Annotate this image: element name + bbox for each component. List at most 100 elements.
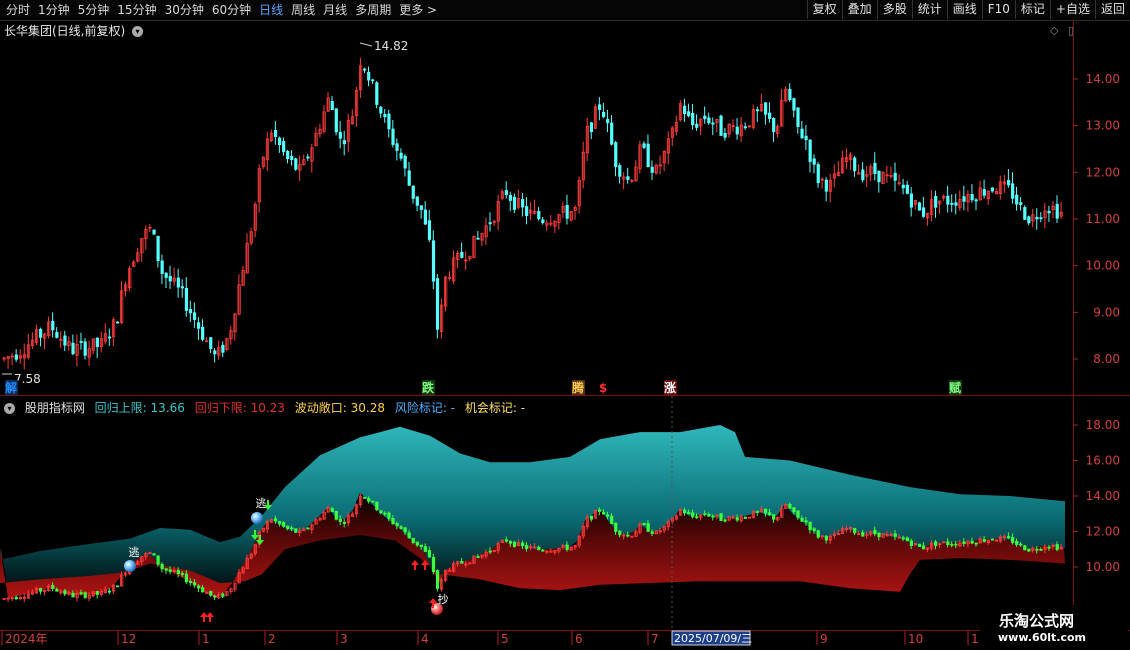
candle-body: [877, 170, 881, 183]
candle-body: [95, 337, 99, 347]
ind-candle-body: [387, 512, 391, 519]
high-price-label: 14.82: [374, 39, 408, 53]
ind-candle: [152, 553, 156, 556]
ind-candle-body: [156, 555, 160, 565]
candle: [265, 132, 270, 172]
time-label-1: 12: [121, 632, 136, 646]
candle: [124, 281, 128, 297]
ind-candle: [6, 597, 10, 603]
candle: [602, 103, 606, 119]
ind-candle-body: [873, 529, 877, 535]
ind-candle-body: [168, 569, 172, 572]
candle: [180, 279, 184, 298]
candle: [889, 166, 893, 179]
ind-candle-body: [626, 534, 630, 537]
candle: [75, 334, 79, 367]
upper-limit-label: 回归上限: 13.66: [94, 401, 185, 415]
main-tick-label-4: 10.00: [1086, 259, 1120, 273]
ind-candle-body: [768, 512, 772, 516]
ind-candle-body: [703, 513, 707, 516]
candle-body: [808, 139, 812, 162]
ind-candle-body: [735, 517, 739, 521]
time-label-4: 3: [340, 632, 348, 646]
candle: [261, 156, 266, 169]
ind-candle: [439, 577, 444, 592]
candle-body: [188, 308, 193, 314]
ind-candle: [784, 503, 788, 510]
candle: [788, 83, 792, 102]
candle: [840, 150, 845, 174]
ind-candle-body: [196, 585, 201, 589]
candle: [723, 127, 727, 141]
candle-body: [334, 108, 338, 133]
candle: [387, 109, 391, 138]
candle: [87, 340, 91, 366]
candle-body: [273, 129, 278, 137]
ind-candle-body: [816, 530, 820, 538]
candle-body: [962, 196, 966, 202]
ind-candle-body: [788, 503, 792, 509]
candle: [83, 338, 87, 360]
candle: [273, 121, 278, 145]
ind-candle-body: [334, 510, 338, 520]
ind-candle-body: [188, 580, 193, 584]
ind-candle-body: [804, 520, 808, 523]
candle-body: [306, 156, 310, 159]
candle: [1043, 202, 1047, 229]
ind-candle-body: [861, 532, 865, 537]
ind-candle-body: [306, 527, 310, 530]
candle: [962, 185, 966, 211]
candle: [249, 227, 253, 246]
main-tick-label-6: 8.00: [1093, 352, 1120, 366]
ind-candle: [512, 540, 517, 548]
candle: [99, 331, 103, 353]
candle: [638, 140, 642, 174]
candle: [998, 175, 1003, 200]
candle: [776, 123, 780, 138]
candle: [67, 336, 71, 351]
candle: [1027, 215, 1031, 226]
ind-candle-body: [824, 535, 828, 541]
candle-body: [695, 123, 699, 128]
ind-candle-body: [423, 546, 428, 552]
ind-candle-body: [1015, 541, 1019, 545]
main-annotations: 14.82 7.58: [2, 39, 408, 386]
ind-candle-body: [1035, 548, 1039, 551]
candle: [516, 189, 521, 210]
candle-body: [606, 119, 610, 124]
candle: [970, 184, 974, 203]
spread-label: 波动敞口: 30.28: [294, 401, 385, 415]
candle: [379, 106, 383, 118]
candle-body: [626, 176, 630, 180]
candle-body: [921, 207, 926, 217]
ind-candle: [91, 591, 95, 598]
candle: [1051, 200, 1055, 218]
candle: [711, 117, 715, 136]
candle: [201, 319, 205, 342]
candle-body: [116, 321, 120, 324]
ind-candle-body: [1019, 543, 1023, 546]
candle-body: [873, 162, 877, 174]
candle-body: [792, 98, 796, 111]
candle-body: [156, 235, 160, 261]
candle-body: [800, 128, 804, 139]
kline-chart-area[interactable]: 14.00 13.00 12.00 11.00 10.00 9.00 8.00 14.82 7…: [0, 0, 1130, 650]
candle: [111, 317, 116, 347]
candle: [820, 177, 824, 189]
candle: [2, 356, 6, 362]
candle: [606, 109, 610, 133]
ind-candle-body: [1047, 546, 1051, 549]
candle-body: [796, 107, 800, 127]
candle: [391, 119, 395, 148]
candle-body: [804, 135, 808, 141]
candle: [383, 109, 387, 123]
chevron-down-icon[interactable]: ▾: [4, 403, 15, 414]
candle-body: [537, 211, 541, 220]
candle-body: [367, 71, 371, 81]
candle: [691, 104, 695, 130]
candle: [277, 136, 282, 153]
candle-body: [411, 185, 415, 199]
ind-candle-body: [650, 531, 654, 534]
ind-candle-body: [363, 496, 367, 499]
candle-body: [192, 312, 197, 320]
